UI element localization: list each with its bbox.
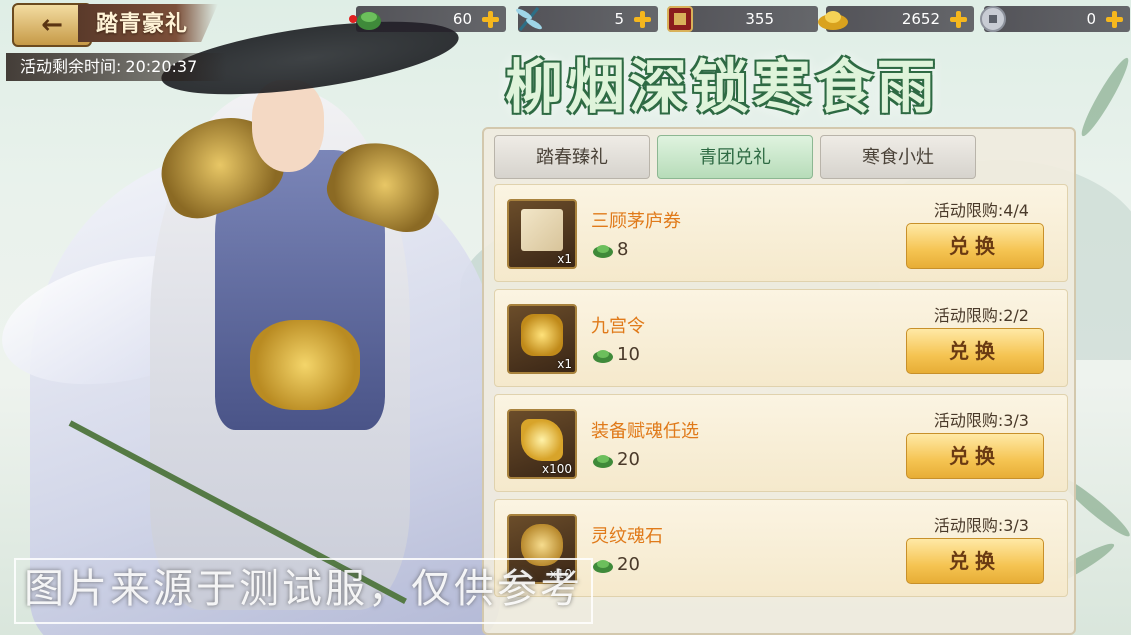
currency-value: 5: [614, 10, 624, 28]
green-dumpling-icon: [349, 12, 381, 30]
item-quantity: x1: [557, 252, 572, 266]
exchange-item-row: x100 装备赋魂任选 20 活动限购:3/3 兑换: [494, 394, 1068, 492]
add-currency-button[interactable]: [948, 9, 968, 29]
purchase-limit: 活动限购:3/3: [933, 411, 1029, 430]
currency-value: 60: [452, 10, 472, 28]
currency-dragonfly: 5: [516, 6, 658, 32]
item-thumbnail[interactable]: x100: [507, 409, 577, 479]
timer-value: 20:20:37: [125, 57, 198, 76]
green-dumpling-icon: [593, 455, 613, 468]
tab-spring-gift[interactable]: 踏春臻礼: [494, 135, 650, 179]
item-quantity: x100: [541, 462, 572, 476]
gold-token-icon: [521, 314, 563, 356]
currency-value: 2652: [901, 10, 940, 28]
currency-gold-ingot: 2652: [818, 6, 974, 32]
back-arrow-icon: ←: [41, 10, 63, 40]
add-currency-button[interactable]: [1104, 9, 1124, 29]
page-title: 踏青豪礼: [96, 11, 189, 37]
currency-battle-token: 355: [667, 6, 818, 32]
scroll-map-icon: [521, 209, 563, 251]
battle-token-icon: [667, 6, 693, 32]
exchange-button[interactable]: 兑换: [906, 328, 1044, 374]
purchase-limit: 活动限购:4/4: [933, 201, 1029, 220]
item-name: 装备赋魂任选: [591, 421, 699, 442]
item-price: 10: [617, 344, 640, 365]
add-currency-button[interactable]: [632, 9, 652, 29]
gold-ingot-icon: [818, 11, 848, 30]
item-thumbnail[interactable]: x1: [507, 304, 577, 374]
item-quantity: x1: [557, 357, 572, 371]
soul-armor-icon: [521, 419, 563, 461]
copper-coin-icon: [980, 6, 1006, 32]
item-name: 灵纹魂石: [591, 526, 663, 547]
item-thumbnail[interactable]: x1: [507, 199, 577, 269]
test-server-watermark: 图片来源于测试服，仅供参考: [14, 558, 593, 624]
purchase-limit: 活动限购:3/3: [933, 516, 1029, 535]
item-name: 九宫令: [591, 316, 645, 337]
green-dumpling-icon: [593, 245, 613, 258]
item-price: 20: [617, 554, 640, 575]
hero-character-art: [0, 0, 560, 635]
currency-value: 0: [1086, 10, 1096, 28]
event-banner-title: 柳烟深锁寒食雨: [505, 53, 940, 121]
exchange-item-row: x1 九宫令 10 活动限购:2/2 兑换: [494, 289, 1068, 387]
hero-belt-ornament: [250, 320, 360, 410]
currency-green-dumpling: 60: [349, 6, 506, 32]
event-timer: 活动剩余时间: 20:20:37: [6, 53, 226, 81]
add-currency-button[interactable]: [480, 9, 500, 29]
green-dumpling-icon: [593, 560, 613, 573]
timer-label: 活动剩余时间:: [20, 57, 122, 76]
exchange-button[interactable]: 兑换: [906, 223, 1044, 269]
exchange-button[interactable]: 兑换: [906, 538, 1044, 584]
currency-bar: 60 5 355 2652 0: [346, 4, 1131, 34]
dragonfly-icon: [516, 7, 542, 31]
tab-qingtuan-exchange[interactable]: 青团兑礼: [657, 135, 813, 179]
item-price: 8: [617, 239, 629, 260]
hero-face: [252, 80, 324, 172]
item-name: 三顾茅庐券: [591, 211, 681, 232]
item-price: 20: [617, 449, 640, 470]
exchange-item-row: x1 三顾茅庐券 8 活动限购:4/4 兑换: [494, 184, 1068, 282]
tab-cold-food-kitchen[interactable]: 寒食小灶: [820, 135, 976, 179]
green-dumpling-icon: [593, 350, 613, 363]
exchange-button[interactable]: 兑换: [906, 433, 1044, 479]
currency-copper-coin: 0: [980, 6, 1130, 32]
currency-value: 355: [745, 10, 774, 28]
bamboo-leaf-decoration: [1076, 54, 1131, 140]
purchase-limit: 活动限购:2/2: [933, 306, 1029, 325]
